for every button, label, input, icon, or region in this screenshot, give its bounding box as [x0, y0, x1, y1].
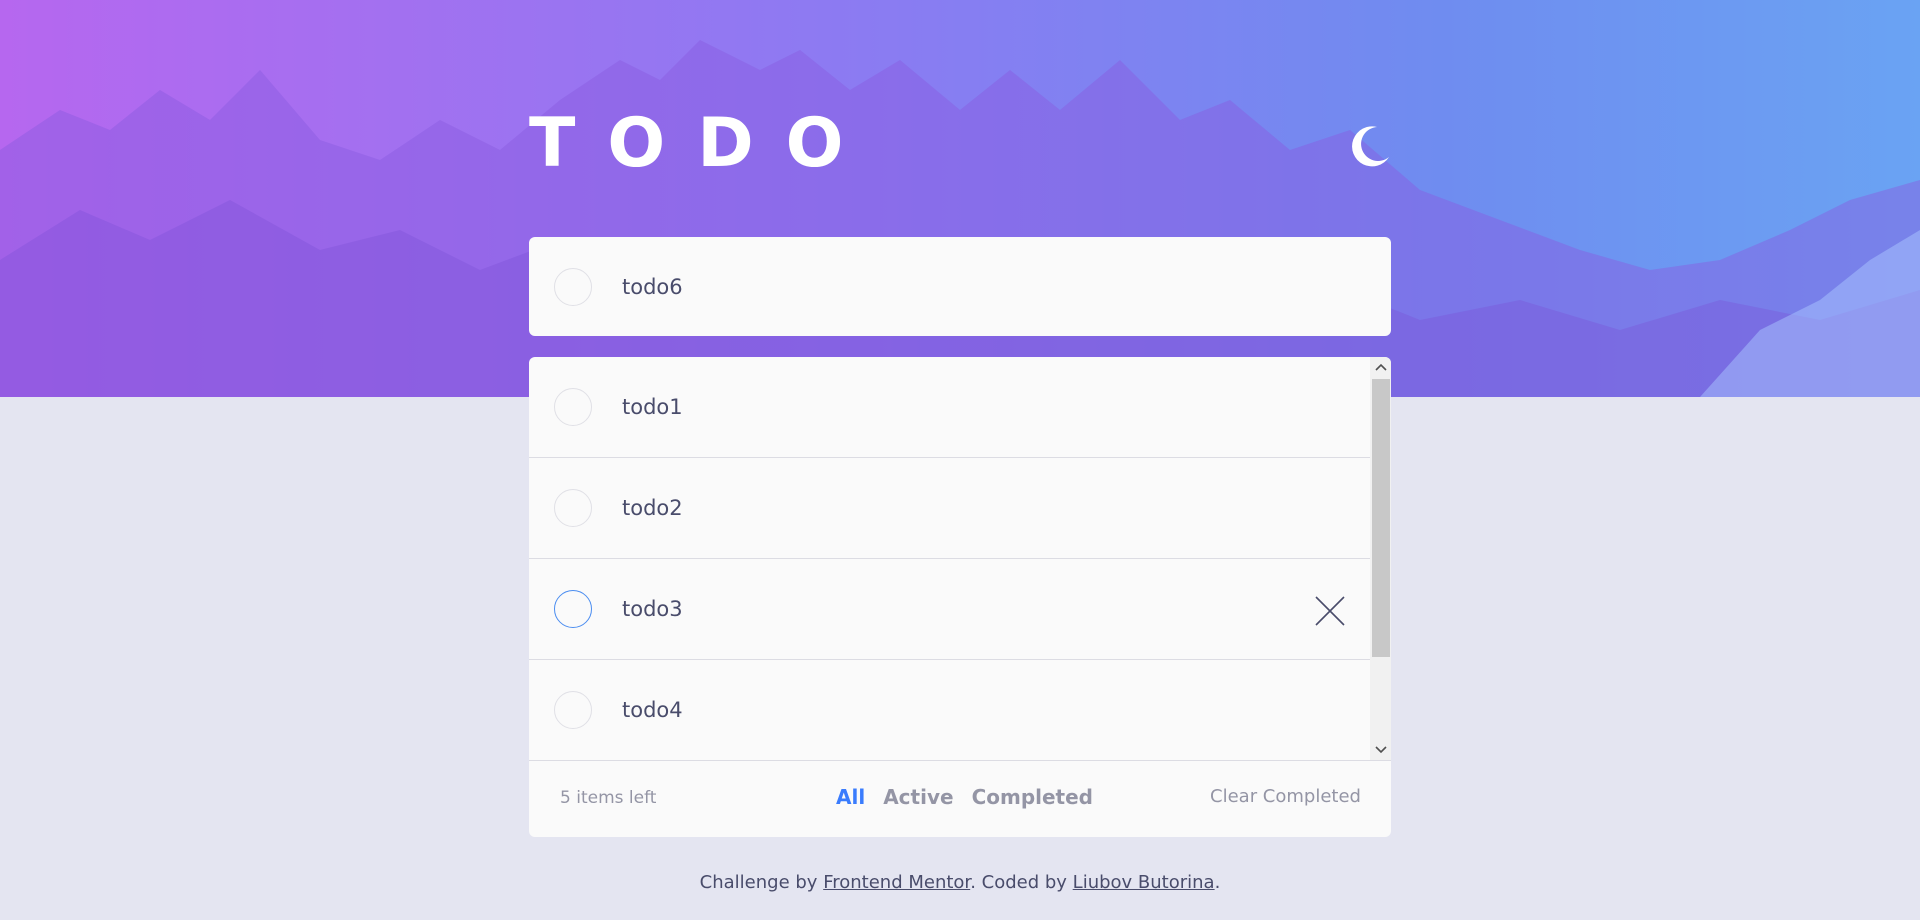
todo-list-card: todo1 todo2 todo3 todo4 5 items left All… — [529, 357, 1391, 837]
new-todo-input[interactable] — [622, 274, 1222, 299]
todo-check-circle[interactable] — [554, 489, 592, 527]
app-title: TODO — [529, 104, 876, 183]
attribution: Challenge by Frontend Mentor. Coded by L… — [0, 872, 1920, 893]
filter-all[interactable]: All — [836, 785, 865, 809]
todo-check-circle[interactable] — [554, 691, 592, 729]
todo-item[interactable]: todo4 — [529, 660, 1370, 760]
close-icon[interactable] — [1314, 595, 1346, 627]
filter-active[interactable]: Active — [883, 785, 953, 809]
todo-item[interactable]: todo3 — [529, 559, 1370, 660]
todo-label: todo3 — [622, 597, 683, 621]
mountains-background — [0, 40, 1920, 397]
frontend-mentor-link[interactable]: Frontend Mentor — [823, 872, 970, 893]
hero-banner — [0, 0, 1920, 397]
todo-list[interactable]: todo1 todo2 todo3 todo4 — [529, 357, 1370, 760]
todo-check-circle[interactable] — [554, 590, 592, 628]
new-todo-check-circle[interactable] — [554, 267, 592, 306]
todo-label: todo1 — [622, 395, 683, 419]
attribution-prefix: Challenge by — [699, 872, 824, 893]
todo-label: todo2 — [622, 496, 683, 520]
todo-item[interactable]: todo2 — [529, 458, 1370, 559]
todo-item[interactable]: todo1 — [529, 357, 1370, 458]
scrollbar-thumb[interactable] — [1372, 379, 1390, 657]
list-footer: 5 items left All Active Completed Clear … — [529, 760, 1391, 837]
items-left-count: 5 items left — [560, 788, 657, 808]
author-link[interactable]: Liubov Butorina — [1073, 872, 1215, 893]
chevron-down-icon[interactable] — [1370, 740, 1391, 760]
attribution-suffix: . — [1214, 872, 1221, 893]
filter-completed[interactable]: Completed — [972, 785, 1093, 809]
attribution-middle: . Coded by — [970, 872, 1073, 893]
chevron-up-icon[interactable] — [1370, 357, 1391, 377]
moon-icon[interactable] — [1347, 123, 1393, 169]
new-todo-form — [529, 237, 1391, 336]
filter-group: All Active Completed — [836, 785, 1093, 809]
todo-label: todo4 — [622, 698, 683, 722]
list-scrollbar[interactable] — [1370, 357, 1391, 760]
todo-check-circle[interactable] — [554, 388, 592, 426]
clear-completed-button[interactable]: Clear Completed — [1210, 786, 1361, 807]
